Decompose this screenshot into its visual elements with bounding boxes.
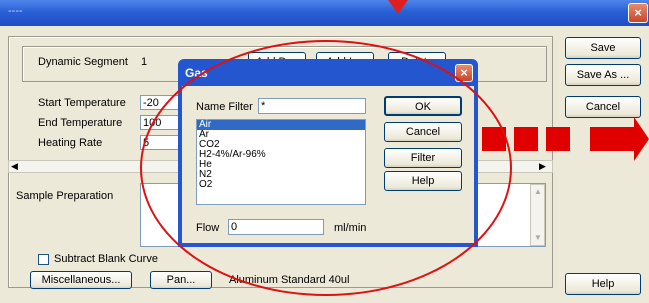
- red-arrow-segment-3: [546, 127, 570, 151]
- subtract-blank-checkbox[interactable]: [38, 254, 49, 265]
- red-arrow-down-annotation: [388, 0, 408, 14]
- close-icon: ×: [460, 65, 468, 80]
- cancel-button[interactable]: Cancel: [565, 96, 641, 118]
- scroll-up-icon[interactable]: ▲: [534, 187, 542, 196]
- window-title-bar: ----: [0, 0, 649, 26]
- window-close-button[interactable]: ×: [628, 3, 648, 23]
- close-icon: ×: [634, 5, 642, 20]
- scroll-right-icon[interactable]: ▶: [539, 161, 546, 172]
- miscellaneous-button[interactable]: Miscellaneous...: [30, 271, 132, 289]
- save-button[interactable]: Save: [565, 37, 641, 59]
- subtract-blank-label: Subtract Blank Curve: [54, 253, 158, 265]
- red-ellipse-annotation: [140, 40, 512, 296]
- pan-button[interactable]: Pan...: [150, 271, 212, 289]
- sample-preparation-label: Sample Preparation: [16, 190, 114, 202]
- help-button[interactable]: Help: [565, 273, 641, 295]
- red-arrow-segment-2: [514, 127, 538, 151]
- end-temperature-label: End Temperature: [38, 117, 123, 129]
- scroll-down-icon[interactable]: ▼: [534, 233, 542, 242]
- start-temperature-label: Start Temperature: [38, 97, 126, 109]
- window-title: ----: [8, 5, 23, 17]
- heating-rate-label: Heating Rate: [38, 137, 103, 149]
- red-arrow-head: [634, 117, 649, 161]
- red-arrow-shaft: [590, 127, 634, 151]
- dynamic-segment-label: Dynamic Segment: [38, 56, 128, 68]
- sample-vertical-scrollbar[interactable]: ▲ ▼: [530, 184, 545, 246]
- scroll-left-icon[interactable]: ◀: [11, 161, 18, 172]
- save-as-button[interactable]: Save As ...: [565, 64, 641, 86]
- segment-number: 1: [141, 56, 148, 68]
